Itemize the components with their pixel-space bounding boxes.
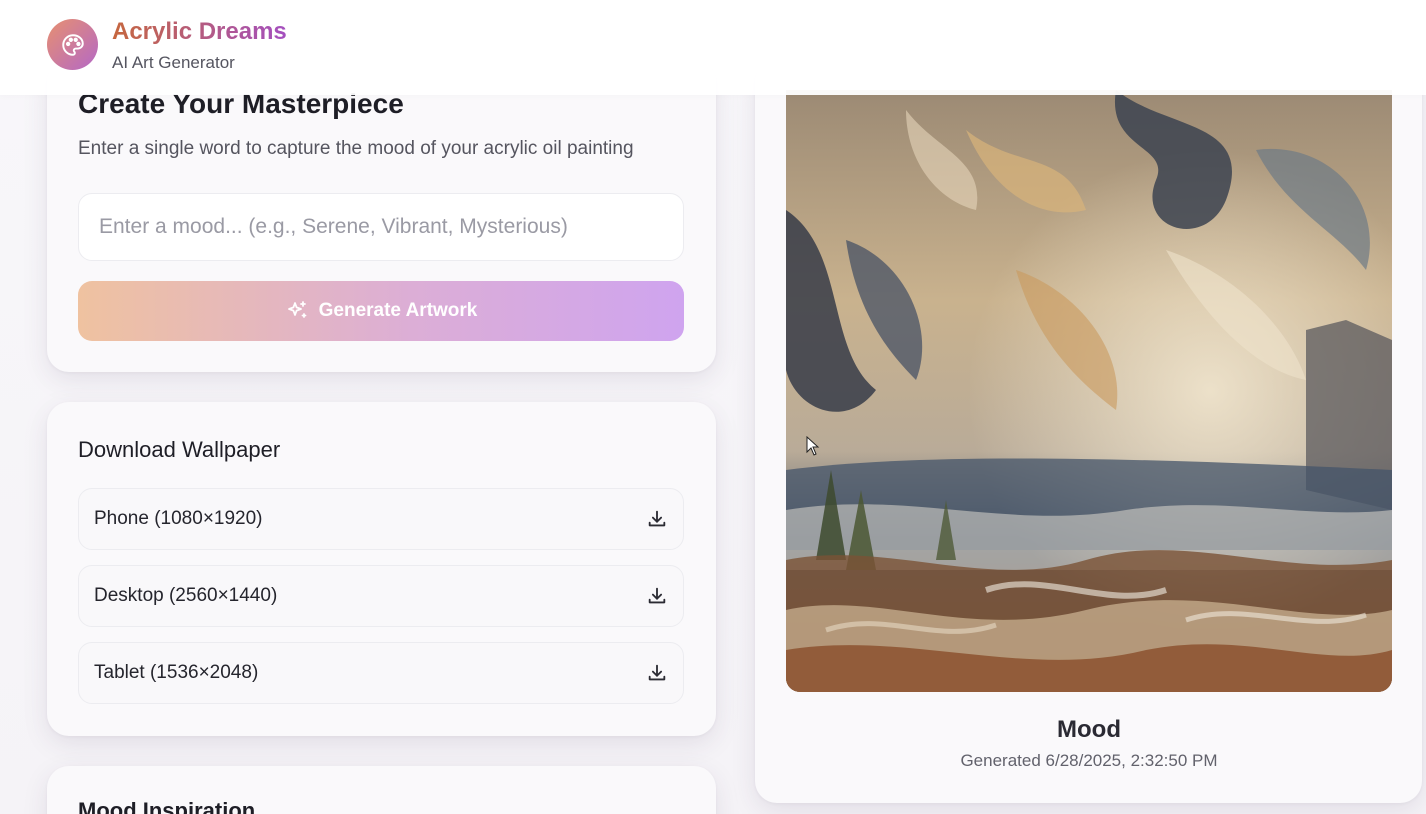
mood-inspiration-heading: Mood Inspiration <box>78 798 256 814</box>
download-tablet-button[interactable]: Tablet (1536×2048) <box>78 642 684 704</box>
artwork-timestamp: Generated 6/28/2025, 2:32:50 PM <box>960 751 1218 770</box>
download-option-label: Phone (1080×1920) <box>94 508 263 529</box>
generate-artwork-button[interactable]: Generate Artwork <box>78 281 684 341</box>
download-option-label: Tablet (1536×2048) <box>94 662 259 683</box>
logo[interactable] <box>47 19 98 70</box>
generate-artwork-label: Generate Artwork <box>318 300 478 321</box>
download-phone-button[interactable]: Phone (1080×1920) <box>78 488 684 550</box>
app-header: Acrylic Dreams AI Art Generator <box>0 0 1426 95</box>
download-icon <box>646 585 668 607</box>
mouse-cursor-icon <box>806 435 820 456</box>
app-title: Acrylic Dreams <box>112 18 287 45</box>
download-option-label: Desktop (2560×1440) <box>94 585 278 606</box>
artwork-caption: Mood <box>1057 716 1121 743</box>
app-subtitle: AI Art Generator <box>112 53 235 72</box>
sparkles-icon <box>285 299 309 323</box>
create-description: Enter a single word to capture the mood … <box>78 138 634 159</box>
palette-icon <box>60 32 86 58</box>
mood-input[interactable] <box>78 193 684 261</box>
download-heading: Download Wallpaper <box>78 437 281 462</box>
generated-artwork-image <box>786 90 1392 692</box>
download-icon <box>646 508 668 530</box>
download-icon <box>646 662 668 684</box>
download-desktop-button[interactable]: Desktop (2560×1440) <box>78 565 684 627</box>
